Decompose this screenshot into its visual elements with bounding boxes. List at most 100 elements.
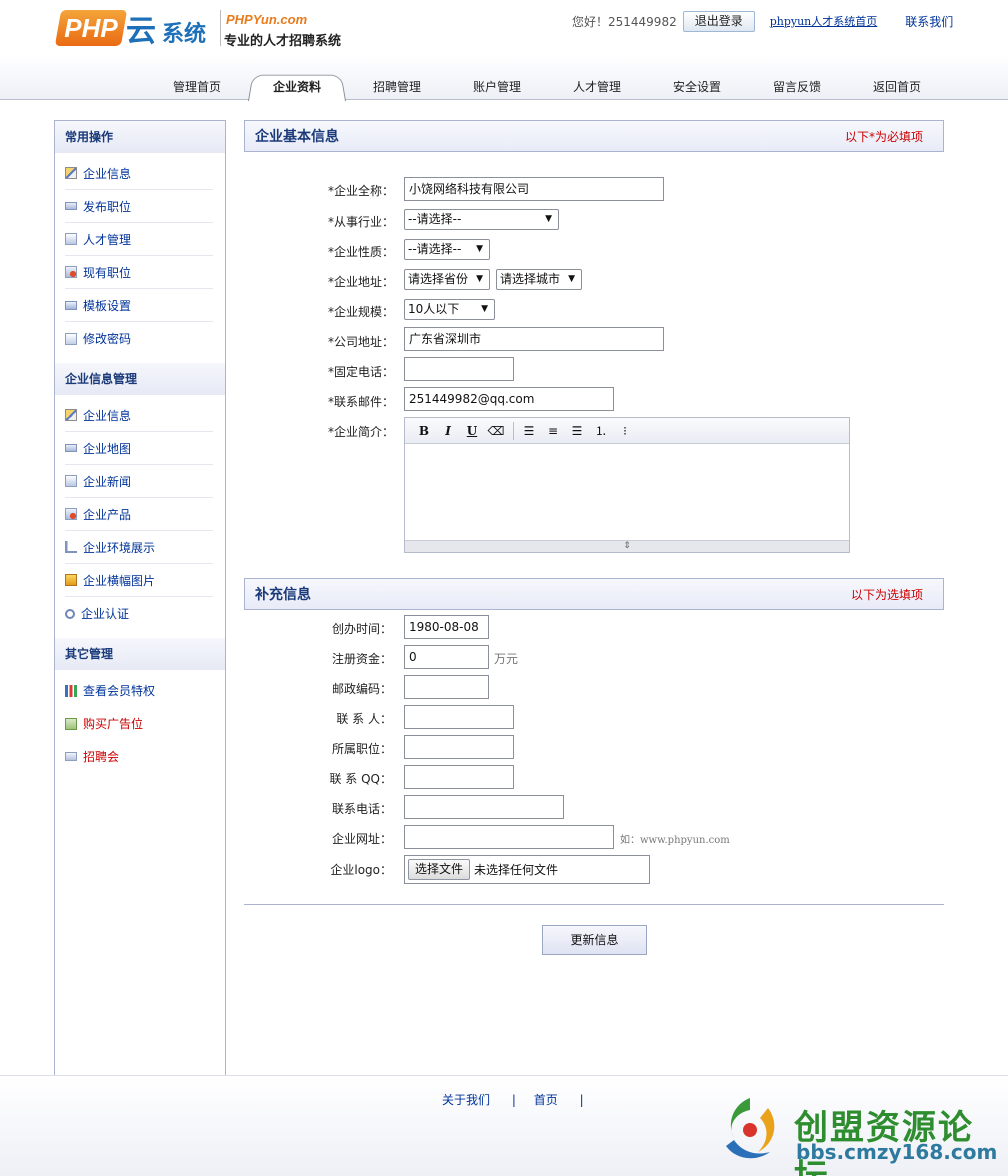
optional-note: 以下为选填项 xyxy=(850,588,923,602)
footer-home-link[interactable]: 首页 xyxy=(534,1093,558,1107)
sidebar: 常用操作 企业信息 发布职位 人才管理 现有职位 模板设置 修改密码 企业信息管… xyxy=(54,120,226,1076)
email-input[interactable]: 251449982@qq.com xyxy=(404,387,614,411)
intro-rich-editor[interactable]: B I U ⌫ ☰ ≡ ☰ ⒈ ⁝ ⇕ xyxy=(404,417,850,553)
chevron-down-icon: ▼ xyxy=(476,244,483,254)
news-icon xyxy=(65,475,77,487)
align-left-icon[interactable]: ☰ xyxy=(518,421,540,441)
section-title: 补充信息 xyxy=(255,587,311,603)
field-label: *企业全称： xyxy=(327,184,394,198)
form-divider xyxy=(244,904,944,905)
logo-php-mark: PHP xyxy=(54,10,128,46)
logo-slogan: 专业的人才招聘系统 xyxy=(224,34,342,49)
banner-icon xyxy=(65,574,77,586)
sidebar-item-post-job[interactable]: 发布职位 xyxy=(65,190,213,223)
required-note: 以下*为必填项 xyxy=(844,130,923,144)
basic-info-header: 企业基本信息 以下*为必填项 xyxy=(244,120,944,152)
forum-watermark: 创盟资源论坛 bbs.cmzy168.com xyxy=(712,1090,1002,1176)
eraser-icon[interactable]: ⌫ xyxy=(485,421,507,441)
field-label: *企业简介： xyxy=(327,425,394,439)
contact-us-link[interactable]: 联系我们 xyxy=(905,13,953,30)
sidebar-item-certification[interactable]: 企业认证 xyxy=(65,597,213,630)
template-icon xyxy=(65,300,77,310)
contact-person-input[interactable] xyxy=(404,705,514,729)
field-label: 联 系 人： xyxy=(336,712,392,726)
sidebar-item-member-privileges[interactable]: 查看会员特权 xyxy=(65,674,213,707)
position-input[interactable] xyxy=(404,735,514,759)
nature-select[interactable]: --请选择-- ▼ xyxy=(404,239,490,260)
sidebar-item-talent[interactable]: 人才管理 xyxy=(65,223,213,256)
about-us-link[interactable]: 关于我们 xyxy=(442,1093,490,1107)
website-input[interactable] xyxy=(404,825,614,849)
watermark-logo-icon xyxy=(726,1098,775,1159)
tab-security[interactable]: 安全设置 xyxy=(648,72,746,100)
tab-company-profile[interactable]: 企业资料 xyxy=(248,72,346,100)
capital-input[interactable]: 0 xyxy=(404,645,489,669)
sidebar-item-banner[interactable]: 企业横幅图片 xyxy=(65,564,213,597)
choose-file-button[interactable]: 选择文件 xyxy=(408,859,471,880)
sidebar-item-buy-ad[interactable]: 购买广告位 xyxy=(65,707,213,740)
site-logo[interactable]: PHP 云 系统 PHPYun.com 专业的人才招聘系统 xyxy=(54,4,356,52)
qq-input[interactable] xyxy=(404,765,514,789)
sidebar-item-company-info[interactable]: 企业信息 xyxy=(65,157,213,190)
address-input[interactable]: 广东省深圳市 xyxy=(404,327,664,351)
chevron-down-icon: ▼ xyxy=(568,274,575,284)
city-select[interactable]: 请选择城市 ▼ xyxy=(496,269,582,290)
logo-system-text: 系统 xyxy=(162,22,207,47)
field-label: 所属职位： xyxy=(331,742,392,756)
field-label: 注册资金： xyxy=(331,652,392,666)
field-label: *联系邮件： xyxy=(327,395,394,409)
chevron-down-icon: ▼ xyxy=(481,304,488,314)
industry-select[interactable]: --请选择-- ▼ xyxy=(404,209,559,230)
sidebar-item-company-info-2[interactable]: 企业信息 xyxy=(65,399,213,432)
founded-date-input[interactable]: 1980-08-08 xyxy=(404,615,489,639)
chevron-down-icon: ▼ xyxy=(476,274,483,284)
tab-dashboard[interactable]: 管理首页 xyxy=(148,72,246,100)
tab-recruitment[interactable]: 招聘管理 xyxy=(348,72,446,100)
capital-unit: 万元 xyxy=(494,652,519,666)
zip-input[interactable] xyxy=(404,675,489,699)
ordered-list-icon[interactable]: ⒈ xyxy=(590,421,612,441)
logout-button[interactable]: 退出登录 xyxy=(682,10,755,32)
update-info-button[interactable]: 更新信息 xyxy=(542,925,647,955)
sidebar-item-current-jobs[interactable]: 现有职位 xyxy=(65,256,213,289)
contact-phone-input[interactable] xyxy=(404,795,564,819)
italic-button[interactable]: I xyxy=(437,421,459,441)
sidebar-item-template[interactable]: 模板设置 xyxy=(65,289,213,322)
tab-account[interactable]: 账户管理 xyxy=(448,72,546,100)
map-icon xyxy=(65,444,77,452)
sidebar-item-environment[interactable]: 企业环境展示 xyxy=(65,531,213,564)
company-name-input[interactable]: 小饶网络科技有限公司 xyxy=(404,177,664,201)
sidebar-item-products[interactable]: 企业产品 xyxy=(65,498,213,531)
resize-grip-icon[interactable]: ⇕ xyxy=(405,540,849,552)
footer-separator: | xyxy=(511,1093,516,1107)
field-label: *从事行业： xyxy=(327,215,394,229)
sidebar-item-map[interactable]: 企业地图 xyxy=(65,432,213,465)
system-home-link[interactable]: phpyun人才系统首页 xyxy=(770,13,878,29)
underline-button[interactable]: U xyxy=(461,421,483,441)
field-label: *企业性质： xyxy=(327,245,394,259)
province-select[interactable]: 请选择省份 ▼ xyxy=(404,269,490,290)
tab-back-home[interactable]: 返回首页 xyxy=(848,72,946,100)
unordered-list-icon[interactable]: ⁝ xyxy=(614,421,636,441)
field-label: 企业logo： xyxy=(330,863,392,877)
bold-button[interactable]: B xyxy=(413,421,435,441)
tab-talent[interactable]: 人才管理 xyxy=(548,72,646,100)
edit-icon xyxy=(65,409,77,421)
tab-feedback[interactable]: 留言反馈 xyxy=(748,72,846,100)
align-right-icon[interactable]: ☰ xyxy=(566,421,588,441)
field-label: 联系电话： xyxy=(331,802,392,816)
sidebar-item-job-fair[interactable]: 招聘会 xyxy=(65,740,213,773)
sidebar-item-password[interactable]: 修改密码 xyxy=(65,322,213,355)
footer-links: 关于我们 | 首页 | xyxy=(442,1091,598,1108)
scale-select[interactable]: 10人以下 ▼ xyxy=(404,299,495,320)
sidebar-item-news[interactable]: 企业新闻 xyxy=(65,465,213,498)
job-icon xyxy=(65,266,77,278)
greeting-text: 您好！251449982 xyxy=(572,14,677,29)
field-label: 企业网址： xyxy=(331,832,392,846)
align-center-icon[interactable]: ≡ xyxy=(542,421,564,441)
landline-input[interactable] xyxy=(404,357,514,381)
logo-file-input[interactable]: 选择文件 未选择任何文件 xyxy=(404,855,650,884)
toolbar-separator xyxy=(513,421,514,440)
sidebar-group-title: 常用操作 xyxy=(55,121,225,153)
product-icon xyxy=(65,508,77,520)
